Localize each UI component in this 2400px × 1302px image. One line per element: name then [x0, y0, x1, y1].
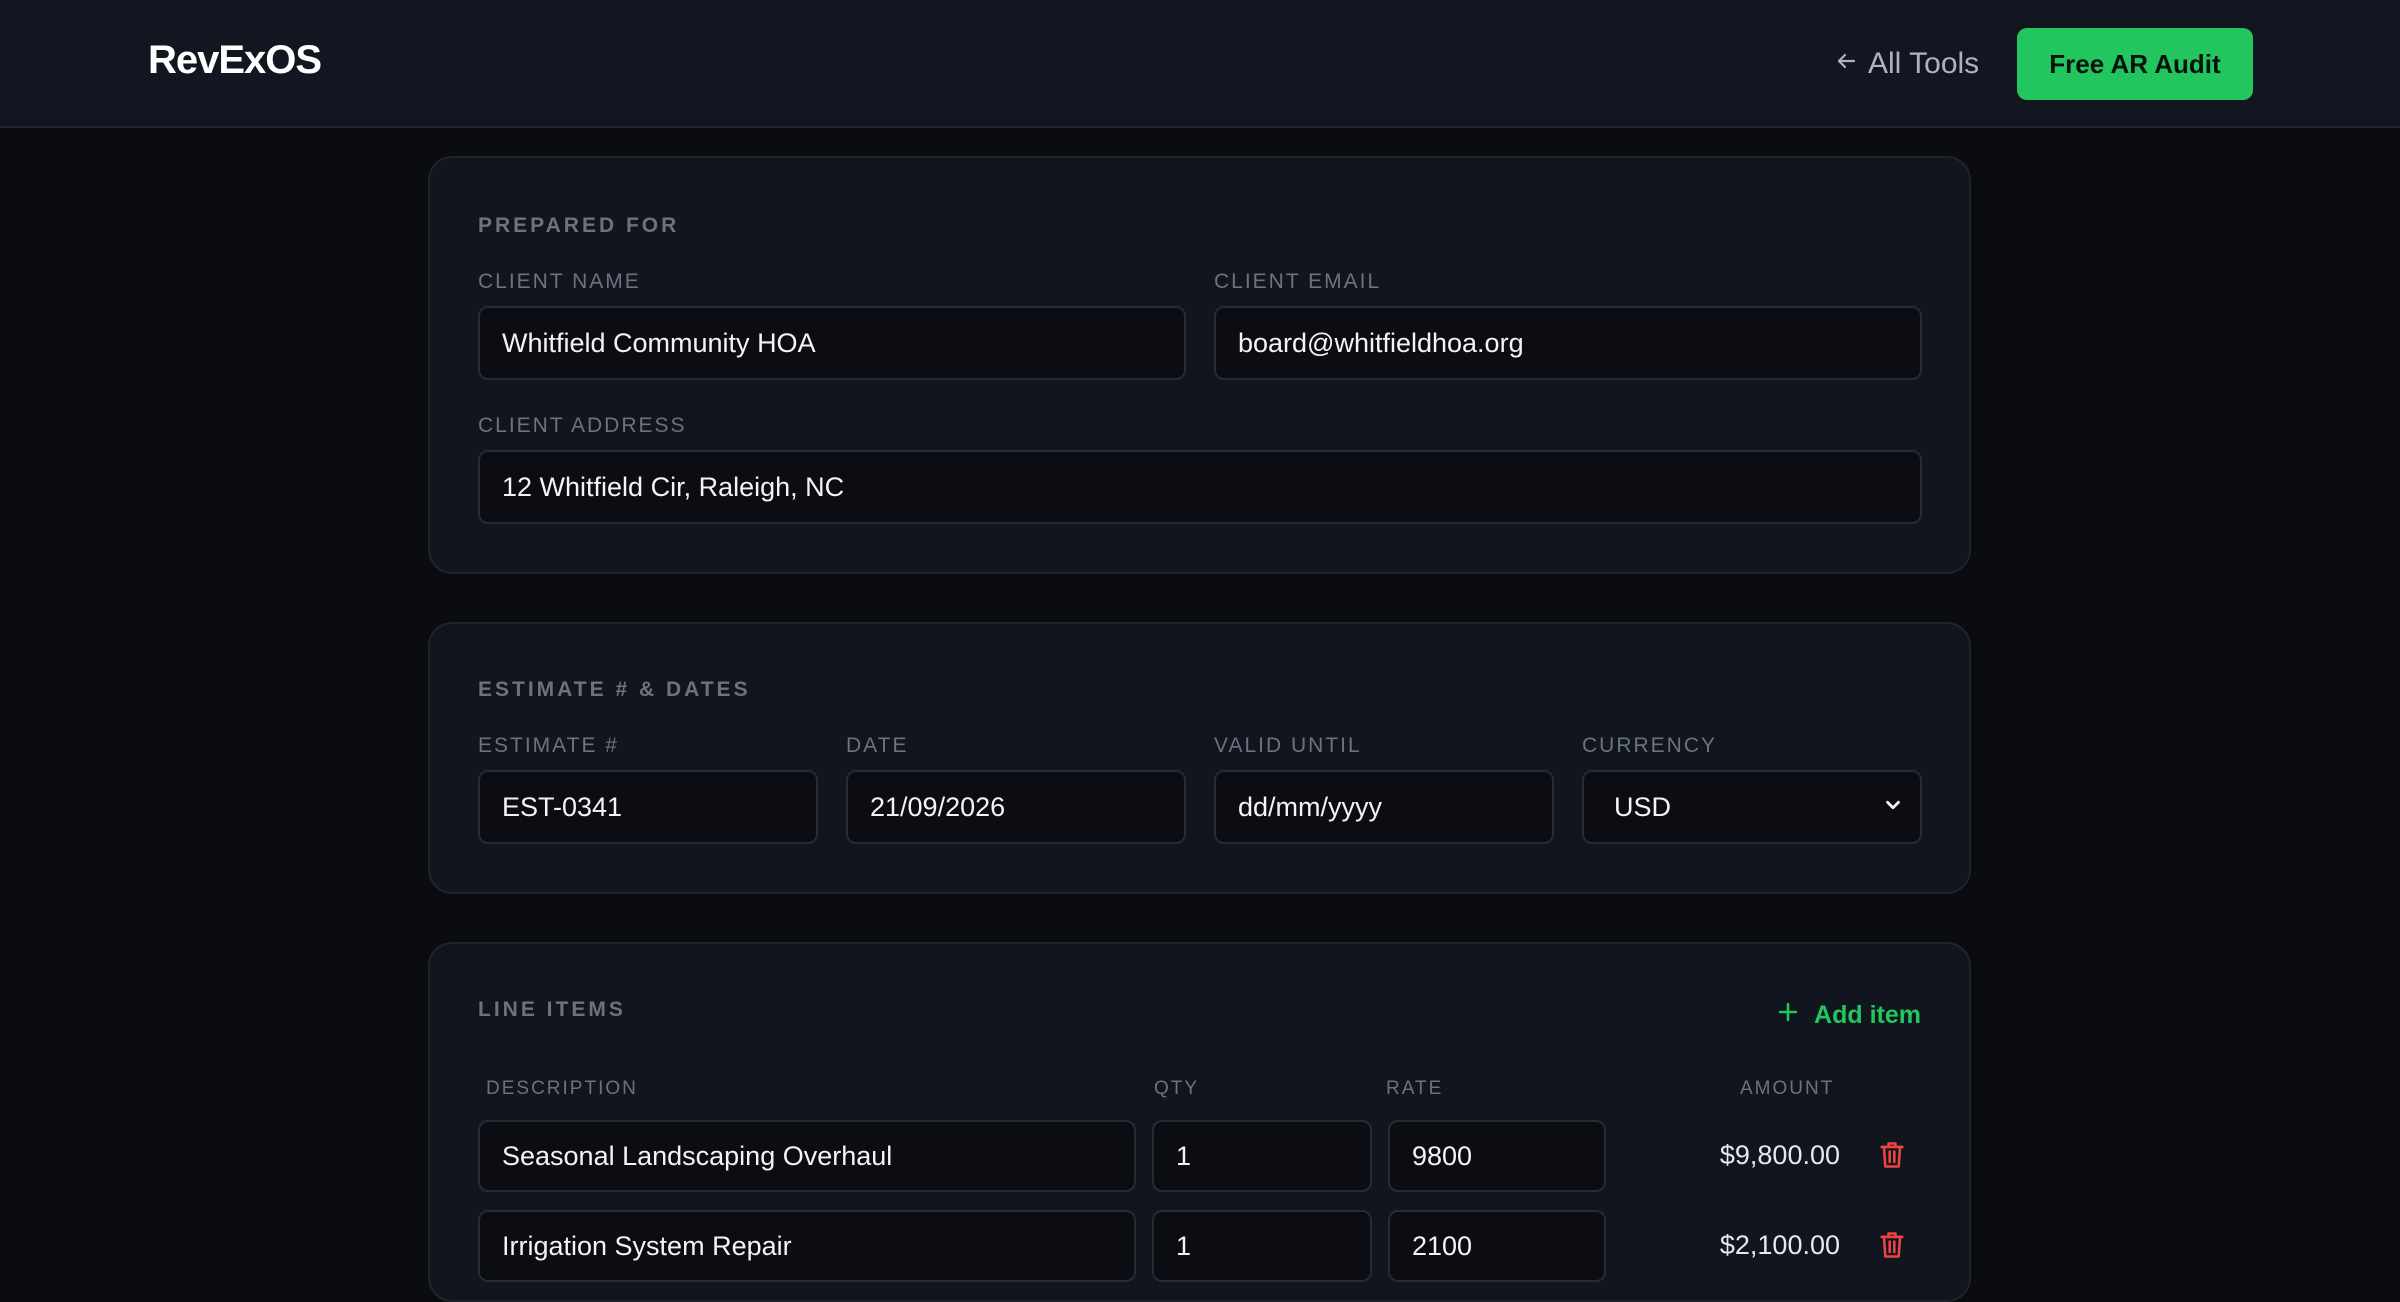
column-header-qty: QTY: [1154, 1078, 1200, 1099]
add-item-button[interactable]: Add item: [1776, 1000, 1921, 1031]
line-item-description-input[interactable]: Irrigation System Repair: [478, 1210, 1136, 1282]
currency-label: CURRENCY: [1582, 734, 1718, 757]
line-item-amount: $2,100.00: [1719, 1230, 1840, 1260]
client-name-input[interactable]: Whitfield Community HOA: [478, 306, 1186, 380]
line-item-amount: $9,800.00: [1719, 1140, 1840, 1170]
column-header-description: DESCRIPTION: [486, 1078, 638, 1099]
line-item-description-input[interactable]: Seasonal Landscaping Overhaul: [478, 1120, 1136, 1192]
section-title-prepared-for: PREPARED FOR: [478, 214, 680, 237]
trash-icon[interactable]: [1878, 1230, 1906, 1260]
all-tools-label: All Tools: [1868, 47, 1980, 80]
line-item-rate-input[interactable]: 9800: [1388, 1120, 1606, 1192]
client-name-label: CLIENT NAME: [478, 270, 641, 293]
line-item-qty-input[interactable]: 1: [1152, 1120, 1372, 1192]
valid-until-label: VALID UNTIL: [1214, 734, 1362, 757]
date-label: DATE: [846, 734, 909, 757]
line-item-rate-input[interactable]: 2100: [1388, 1210, 1606, 1282]
free-ar-audit-button[interactable]: Free AR Audit: [2017, 28, 2253, 100]
estimate-dates-card: ESTIMATE # & DATES ESTIMATE # EST-0341 D…: [428, 622, 1971, 894]
top-navigation-bar: RevExOS All Tools Free AR Audit: [0, 0, 2400, 128]
column-header-amount: AMOUNT: [1740, 1078, 1835, 1099]
estimate-number-label: ESTIMATE #: [478, 734, 619, 757]
plus-icon: [1776, 1000, 1800, 1031]
trash-icon[interactable]: [1878, 1140, 1906, 1170]
arrow-left-icon: [1834, 47, 1858, 81]
chevron-down-icon: [1882, 792, 1904, 823]
section-title-estimate-dates: ESTIMATE # & DATES: [478, 678, 751, 701]
client-email-label: CLIENT EMAIL: [1214, 270, 1382, 293]
add-item-label: Add item: [1814, 1001, 1921, 1029]
all-tools-link[interactable]: All Tools: [1834, 44, 1979, 84]
line-item-qty-input[interactable]: 1: [1152, 1210, 1372, 1282]
prepared-for-card: PREPARED FOR CLIENT NAME Whitfield Commu…: [428, 156, 1971, 574]
client-email-input[interactable]: board@whitfieldhoa.org: [1214, 306, 1922, 380]
client-address-label: CLIENT ADDRESS: [478, 414, 687, 437]
estimate-number-input[interactable]: EST-0341: [478, 770, 818, 844]
currency-select[interactable]: USD: [1582, 770, 1922, 844]
currency-value: USD: [1614, 791, 1672, 822]
date-input[interactable]: 21/09/2026: [846, 770, 1186, 844]
section-title-line-items: LINE ITEMS: [478, 998, 626, 1021]
client-address-input[interactable]: 12 Whitfield Cir, Raleigh, NC: [478, 450, 1922, 524]
brand-logo[interactable]: RevExOS: [148, 38, 322, 83]
valid-until-input[interactable]: dd/mm/yyyy: [1214, 770, 1554, 844]
column-header-rate: RATE: [1386, 1078, 1444, 1099]
line-items-card: LINE ITEMS Add item DESCRIPTION QTY RATE…: [428, 942, 1971, 1302]
